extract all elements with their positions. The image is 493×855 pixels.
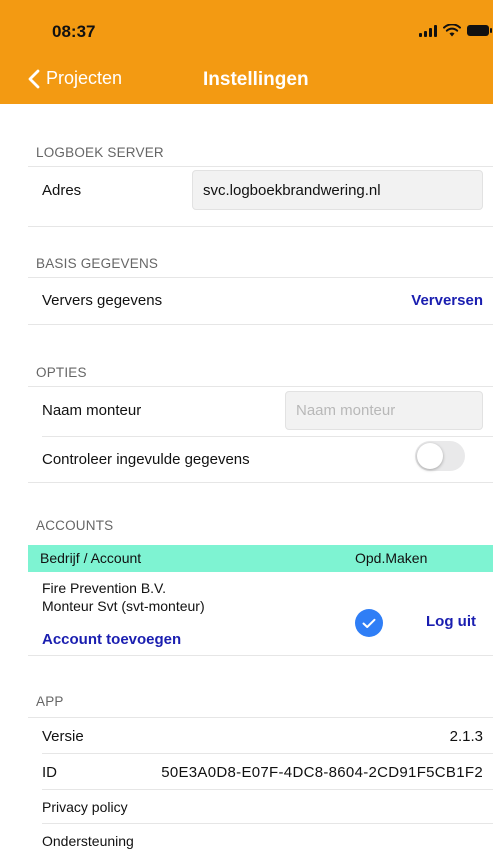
refresh-button[interactable]: Verversen [411, 292, 483, 309]
divider [28, 482, 493, 483]
divider [42, 436, 493, 437]
support-link[interactable]: Ondersteuning [42, 833, 134, 849]
section-header-basis: BASIS GEGEVENS [36, 256, 159, 271]
toggle-knob [417, 443, 443, 469]
accounts-table-header: Bedrijf / Account Opd.Maken [28, 545, 493, 572]
version-label: Versie [42, 728, 84, 745]
divider [28, 717, 493, 718]
divider [28, 324, 493, 325]
divider [42, 789, 493, 790]
check-data-label: Controleer ingevulde gegevens [42, 451, 250, 468]
account-company: Fire Prevention B.V. [42, 580, 166, 596]
back-button[interactable]: Projecten [28, 68, 122, 89]
section-header-accounts: ACCOUNTS [36, 518, 114, 533]
mechanic-name-input[interactable]: Naam monteur [285, 391, 483, 430]
navigation-header: 08:37 Projecten Instellingen [0, 0, 493, 104]
divider [28, 166, 493, 167]
status-icons [419, 24, 492, 37]
version-value: 2.1.3 [449, 728, 483, 745]
column-company: Bedrijf / Account [40, 550, 142, 566]
signal-icon [419, 24, 437, 37]
page-title: Instellingen [203, 69, 309, 90]
refresh-data-label: Ververs gegevens [42, 292, 163, 309]
logout-button[interactable]: Log uit [426, 613, 476, 630]
wifi-icon [443, 24, 461, 37]
status-time: 08:37 [52, 22, 96, 41]
chevron-left-icon [28, 69, 40, 88]
section-header-options: OPTIES [36, 365, 87, 380]
device-id-value: 50E3A0D8-E07F-4DC8-8604-2CD91F5CB1F2 [161, 764, 483, 781]
checkmark-circle-icon[interactable] [355, 609, 383, 637]
back-button-label: Projecten [46, 68, 123, 88]
add-account-button[interactable]: Account toevoegen [42, 631, 181, 648]
server-address-input[interactable]: svc.logboekbrandwering.nl [192, 170, 483, 210]
battery-icon [467, 25, 492, 36]
id-label: ID [42, 764, 57, 781]
address-label: Adres [42, 182, 82, 199]
divider [28, 226, 493, 227]
check-data-toggle[interactable] [415, 441, 465, 471]
account-name: Monteur Svt (svt-monteur) [42, 598, 205, 614]
divider [28, 386, 493, 387]
privacy-policy-link[interactable]: Privacy policy [42, 799, 128, 815]
divider [42, 753, 493, 754]
divider [28, 277, 493, 278]
section-header-app: APP [36, 694, 64, 709]
mechanic-name-label: Naam monteur [42, 402, 142, 419]
divider [42, 823, 493, 824]
divider [28, 655, 493, 656]
section-header-server: LOGBOEK SERVER [36, 145, 164, 160]
column-make-orders: Opd.Maken [355, 550, 428, 566]
